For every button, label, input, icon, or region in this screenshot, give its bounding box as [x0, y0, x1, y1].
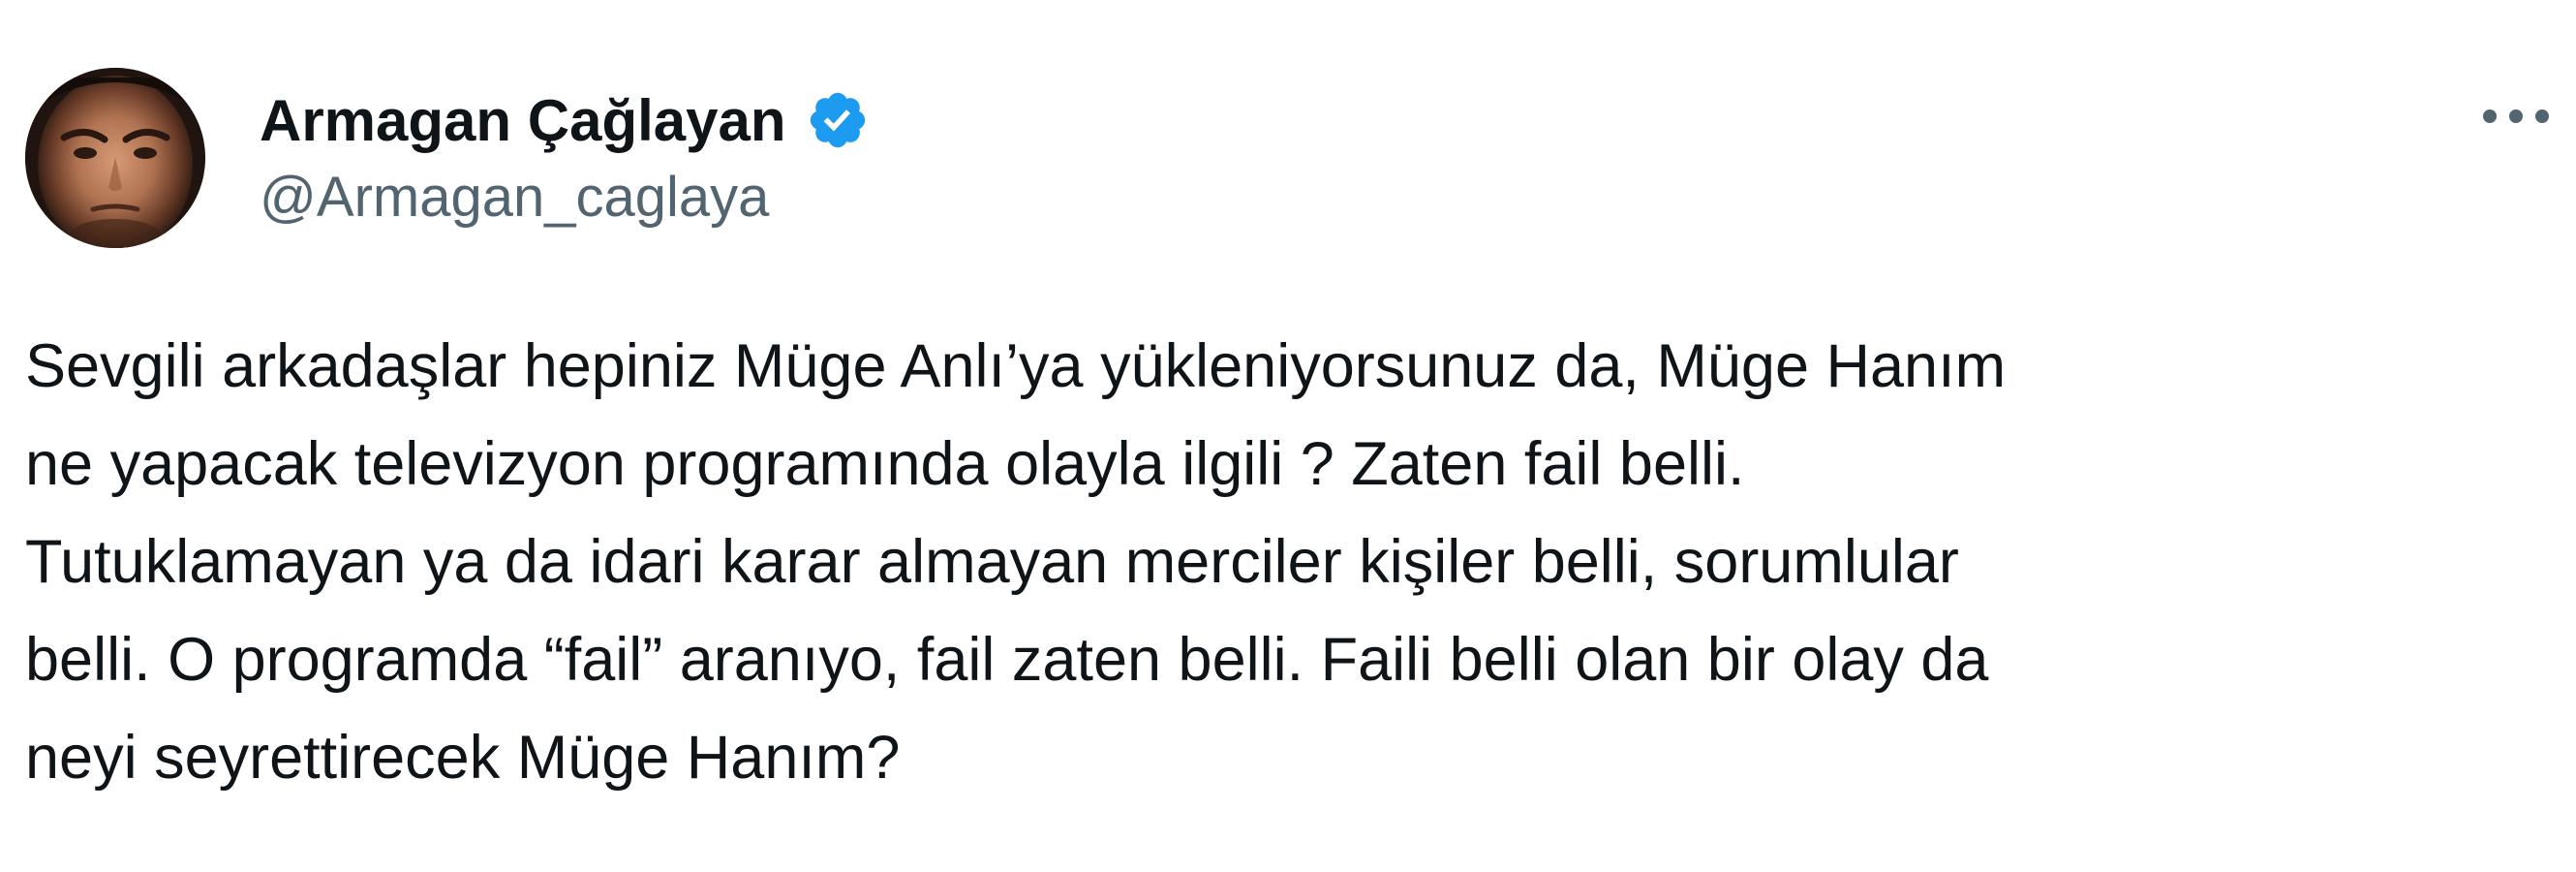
tweet-text-line: neyi seyrettirecek Müge Hanım?	[25, 724, 901, 792]
author-handle[interactable]: @Armagan_caglaya	[260, 165, 769, 230]
tweet-text-line: Sevgili arkadaşlar hepiniz Müge Anlı’ya …	[25, 332, 2007, 400]
tweet-card: Armagan Çağlayan @Armagan_caglaya Sevgil…	[0, 0, 2576, 872]
tweet-text-line: belli. O programda “fail” aranıyo, fail …	[25, 626, 1989, 694]
tweet-text-line: ne yapacak televizyon programında olayla…	[25, 430, 1745, 498]
tweet-text: Sevgili arkadaşlar hepiniz Müge Anlı’ya …	[25, 318, 2562, 807]
author-name-row: Armagan Çağlayan	[260, 79, 870, 161]
author-display-name[interactable]: Armagan Çağlayan	[260, 87, 786, 154]
tweet-text-line: Tutuklamayan ya da idari karar almayan m…	[25, 528, 1959, 596]
more-options-button[interactable]	[2469, 87, 2562, 145]
verified-badge-icon	[806, 88, 870, 152]
avatar[interactable]	[25, 68, 205, 248]
avatar-photo	[25, 68, 205, 248]
more-horizontal-icon	[2483, 109, 2549, 123]
